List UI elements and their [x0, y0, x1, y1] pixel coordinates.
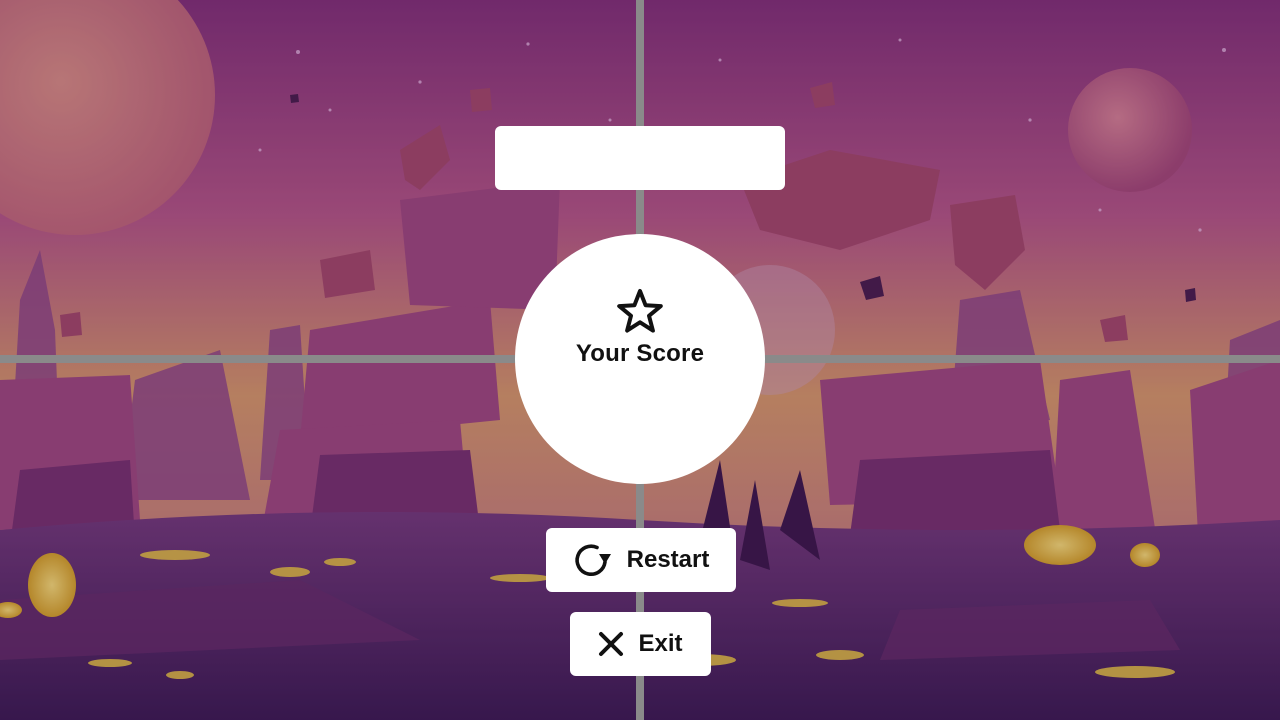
close-icon [598, 631, 624, 657]
exit-label: Exit [638, 630, 683, 657]
restart-label: Restart [626, 546, 710, 573]
game-over-screen: Your Score Restart Exit [0, 0, 1280, 720]
star-icon [617, 289, 663, 333]
game-over-title-panel [495, 126, 785, 190]
restart-button[interactable]: Restart [546, 528, 736, 592]
restart-icon [573, 542, 613, 578]
exit-button[interactable]: Exit [570, 612, 711, 676]
score-panel: Your Score [515, 234, 765, 484]
score-label: Your Score [575, 340, 705, 367]
